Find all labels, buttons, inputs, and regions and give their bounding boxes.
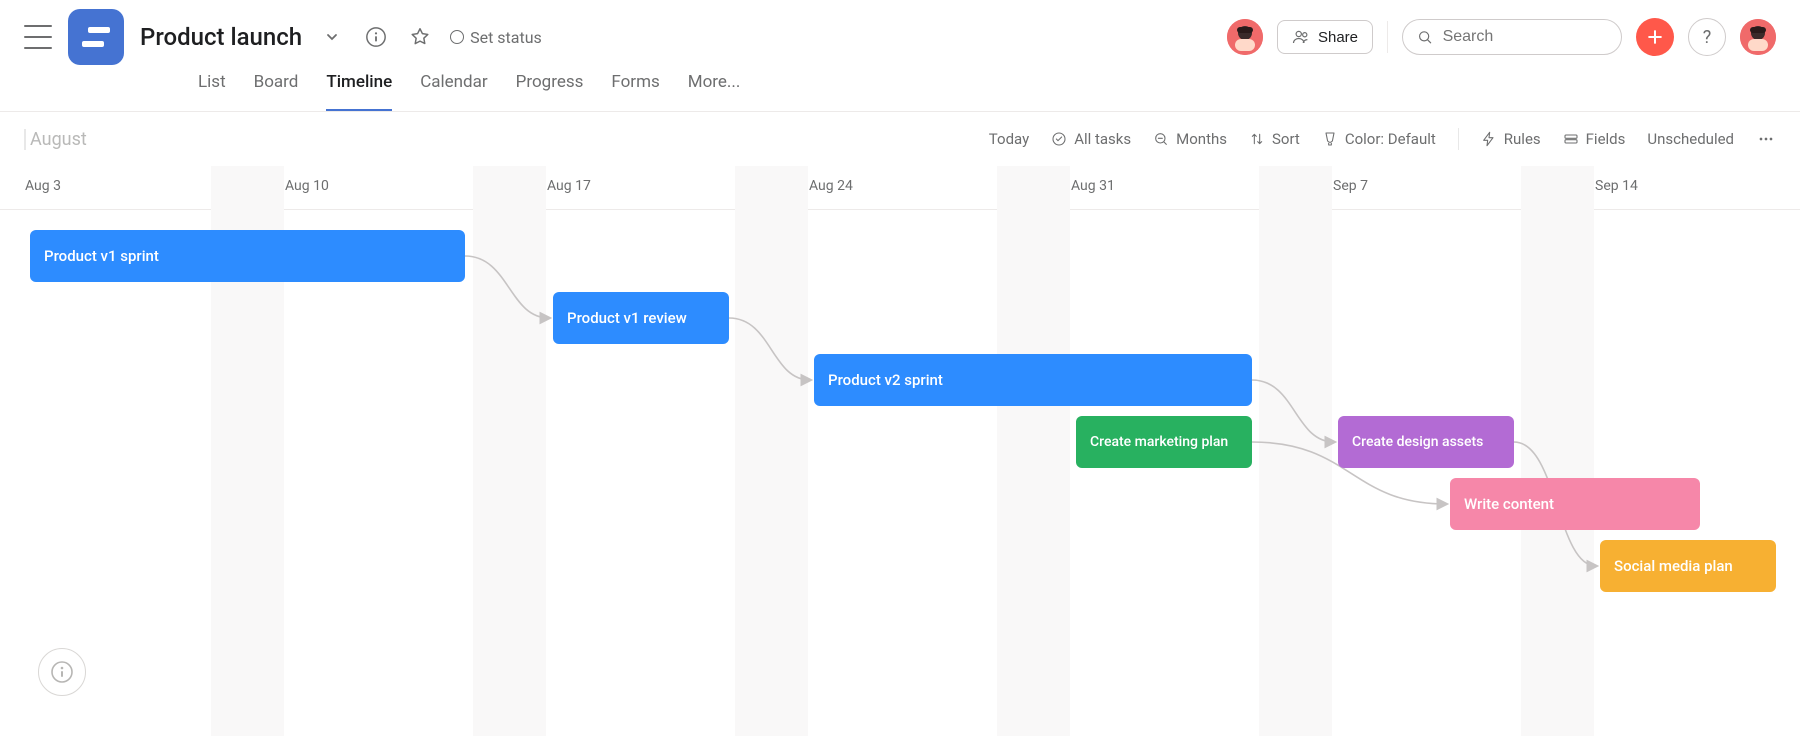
share-label: Share <box>1318 29 1358 46</box>
status-dot-icon <box>450 30 464 44</box>
search-box[interactable] <box>1402 19 1622 55</box>
tab-calendar[interactable]: Calendar <box>420 72 487 111</box>
date-label: Aug 17 <box>547 178 591 194</box>
tab-progress[interactable]: Progress <box>516 72 584 111</box>
fields-button[interactable]: Fields <box>1563 130 1626 148</box>
project-icon[interactable] <box>68 9 124 65</box>
divider <box>1458 128 1459 150</box>
fields-icon <box>1563 131 1579 147</box>
task-bar[interactable]: Create design assets <box>1338 416 1514 468</box>
set-status-button[interactable]: Set status <box>450 28 542 47</box>
unscheduled-button[interactable]: Unscheduled <box>1647 130 1734 148</box>
task-bar[interactable]: Create marketing plan <box>1076 416 1252 468</box>
task-bar[interactable]: Write content <box>1450 478 1700 530</box>
date-label: Sep 7 <box>1333 178 1368 194</box>
menu-toggle[interactable] <box>24 25 52 49</box>
all-tasks-label: All tasks <box>1074 130 1131 148</box>
tab-timeline[interactable]: Timeline <box>326 72 392 111</box>
date-label: Aug 10 <box>285 178 329 194</box>
check-circle-icon <box>1051 131 1067 147</box>
today-label: Today <box>989 130 1029 148</box>
search-icon <box>1417 28 1433 46</box>
plus-icon <box>1645 27 1665 47</box>
info-fab[interactable] <box>38 648 86 696</box>
dependency-lines <box>0 210 1800 736</box>
more-actions-button[interactable] <box>1756 129 1776 149</box>
sort-label: Sort <box>1272 130 1300 148</box>
today-button[interactable]: Today <box>989 130 1029 148</box>
bolt-icon <box>1481 131 1497 147</box>
date-label: Aug 3 <box>25 178 61 194</box>
fields-label: Fields <box>1586 130 1626 148</box>
share-button[interactable]: Share <box>1277 20 1373 54</box>
date-header-row: Aug 3 Aug 10 Aug 17 Aug 24 Aug 31 Sep 7 Sep 14 <box>0 166 1800 210</box>
help-button[interactable]: ? <box>1688 18 1726 56</box>
month-label: August <box>24 129 87 150</box>
rules-button[interactable]: Rules <box>1481 130 1541 148</box>
color-icon <box>1322 131 1338 147</box>
project-title: Product launch <box>140 23 302 51</box>
task-bar[interactable]: Social media plan <box>1600 540 1776 592</box>
divider <box>1387 21 1388 53</box>
unscheduled-label: Unscheduled <box>1647 130 1734 148</box>
star-icon[interactable] <box>406 23 434 51</box>
tab-board[interactable]: Board <box>254 72 299 111</box>
global-add-button[interactable] <box>1636 18 1674 56</box>
date-label: Aug 24 <box>809 178 853 194</box>
info-icon[interactable] <box>362 23 390 51</box>
user-avatar[interactable] <box>1227 19 1263 55</box>
task-bar[interactable]: Product v2 sprint <box>814 354 1252 406</box>
task-bar[interactable]: Product v1 review <box>553 292 729 344</box>
date-label: Aug 31 <box>1071 178 1115 194</box>
color-label: Color: Default <box>1345 130 1436 148</box>
tab-forms[interactable]: Forms <box>611 72 659 111</box>
task-bar[interactable]: Product v1 sprint <box>30 230 465 282</box>
tab-list[interactable]: List <box>198 72 226 111</box>
zoom-icon <box>1153 131 1169 147</box>
color-button[interactable]: Color: Default <box>1322 130 1436 148</box>
more-icon <box>1756 129 1776 149</box>
sort-button[interactable]: Sort <box>1249 130 1300 148</box>
zoom-label: Months <box>1176 130 1227 148</box>
date-label: Sep 14 <box>1595 178 1638 194</box>
zoom-select[interactable]: Months <box>1153 130 1227 148</box>
tab-more[interactable]: More... <box>688 72 741 111</box>
chevron-down-icon[interactable] <box>318 23 346 51</box>
sort-icon <box>1249 131 1265 147</box>
profile-avatar[interactable] <box>1740 19 1776 55</box>
people-icon <box>1292 28 1310 46</box>
timeline-chart[interactable]: Product v1 sprint Product v1 review Produc… <box>0 210 1800 736</box>
tabs: List Board Timeline Calendar Progress Forms Mo… <box>0 62 1800 112</box>
rules-label: Rules <box>1504 130 1541 148</box>
search-input[interactable] <box>1443 28 1607 46</box>
filter-all-tasks[interactable]: All tasks <box>1051 130 1131 148</box>
set-status-label: Set status <box>470 28 542 47</box>
